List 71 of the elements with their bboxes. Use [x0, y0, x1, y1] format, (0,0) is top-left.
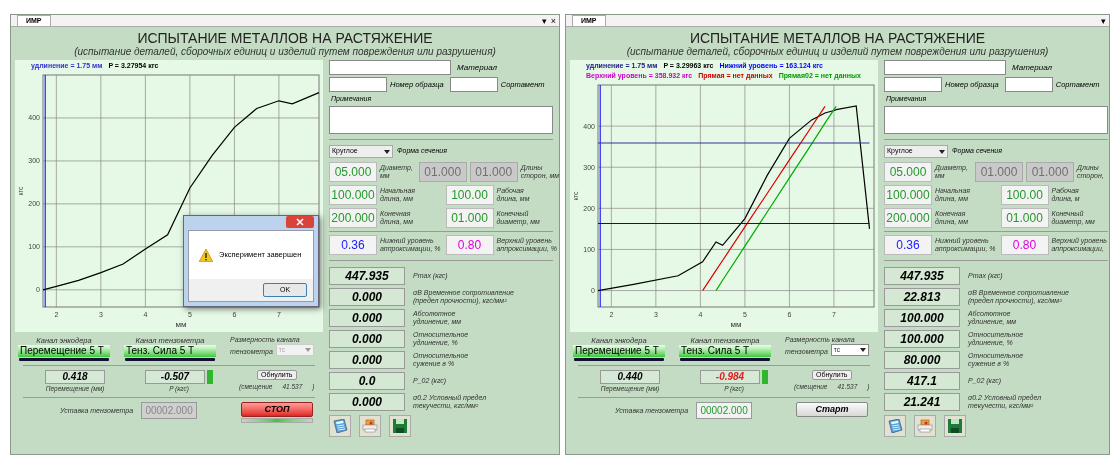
axis-title: мм [175, 320, 187, 329]
result-value: 0.000 [329, 309, 405, 327]
notes-field[interactable] [884, 106, 1108, 134]
axis-title: мм [730, 320, 742, 329]
tab-bar-button[interactable]: × [550, 15, 556, 26]
signal-indicator [207, 370, 213, 384]
value-field[interactable]: 0.80 [445, 235, 494, 255]
value-field: 01.000 [418, 162, 467, 182]
tab-bar-button[interactable]: ▾ [1101, 15, 1106, 26]
calculator-icon [332, 419, 348, 433]
channel-selector[interactable]: Тенз. Сила 5 Т [124, 345, 216, 357]
printer-icon [917, 419, 933, 433]
value-field: 01.000 [975, 162, 1023, 182]
value-field: 01.000 [469, 162, 518, 182]
result-value: 100.000 [884, 309, 960, 327]
field-label: Материал [1012, 61, 1053, 74]
displacement-display: 0.440 [600, 370, 660, 384]
print-button[interactable] [914, 415, 936, 437]
value-field[interactable]: 0.36 [329, 235, 377, 255]
channel-selector[interactable]: Тенз. Сила 5 Т [679, 345, 771, 357]
caret-icon [304, 348, 311, 352]
material-field[interactable] [329, 60, 451, 75]
calculator-button[interactable] [329, 415, 351, 437]
result-value: 100.000 [884, 330, 960, 348]
channel-selector[interactable]: Перемещение 5 Т [573, 345, 665, 357]
calculator-button[interactable] [884, 415, 906, 437]
result-value: 0.000 [329, 351, 405, 369]
result-value: 80.000 [884, 351, 960, 369]
sample-number-field[interactable] [329, 77, 387, 92]
window-subtitle: (испытание деталей, сборочных единиц и изделий путем повреждения или разрушения) [74, 46, 496, 58]
force-display: -0.984 [700, 370, 760, 384]
result-value: 0.000 [329, 393, 405, 411]
window-title: ИСПЫТАНИЕ МЕТАЛЛОВ НА РАСТЯЖЕНИЕ [689, 30, 986, 46]
value-field[interactable]: 0.80 [1000, 235, 1049, 255]
force-display: -0.507 [145, 370, 205, 384]
setpoint-field[interactable]: 00002.000 [696, 402, 753, 419]
result-value: 447.935 [329, 267, 405, 285]
result-value: 21.241 [884, 393, 960, 411]
sortament-field[interactable] [1004, 77, 1053, 92]
notes-field[interactable] [329, 106, 553, 134]
result-value: 0.000 [329, 288, 405, 306]
stop-button[interactable]: СТОП [241, 402, 314, 417]
result-value: 0.0 [329, 372, 405, 390]
save-button[interactable] [389, 415, 411, 437]
window-title: ИСПЫТАНИЕ МЕТАЛЛОВ НА РАСТЯЖЕНИЕ [137, 30, 433, 46]
result-value: 22.813 [884, 288, 960, 306]
material-field[interactable] [884, 60, 1006, 75]
sample-number-field[interactable] [884, 77, 942, 92]
result-value: 417.1 [884, 372, 960, 390]
printer-icon [362, 419, 378, 433]
start-button[interactable]: Старт [796, 402, 869, 417]
tab-bar-button[interactable]: ▾ [541, 15, 547, 26]
signal-indicator [762, 370, 768, 384]
warning-icon [199, 248, 213, 262]
caret-icon [939, 149, 945, 154]
caret-icon [859, 348, 866, 352]
calculator-icon [887, 419, 903, 433]
value-field[interactable]: 0.36 [884, 235, 932, 255]
print-button[interactable] [359, 415, 381, 437]
result-value: 0.000 [329, 330, 405, 348]
displacement-display: 0.418 [45, 370, 105, 384]
sortament-field[interactable] [449, 77, 498, 92]
save-button[interactable] [944, 415, 966, 437]
channel-selector[interactable]: Перемещение 5 Т [18, 345, 110, 357]
caret-icon [384, 149, 390, 154]
value-field: 01.000 [1026, 162, 1074, 182]
window-subtitle: (испытание деталей, сборочных единиц и изделий путем повреждения или разрушения) [626, 46, 1049, 58]
close-icon[interactable] [286, 216, 314, 228]
setpoint-field: 00002.000 [141, 402, 198, 419]
field-label: Материал [457, 61, 498, 74]
result-value: 447.935 [884, 267, 960, 285]
